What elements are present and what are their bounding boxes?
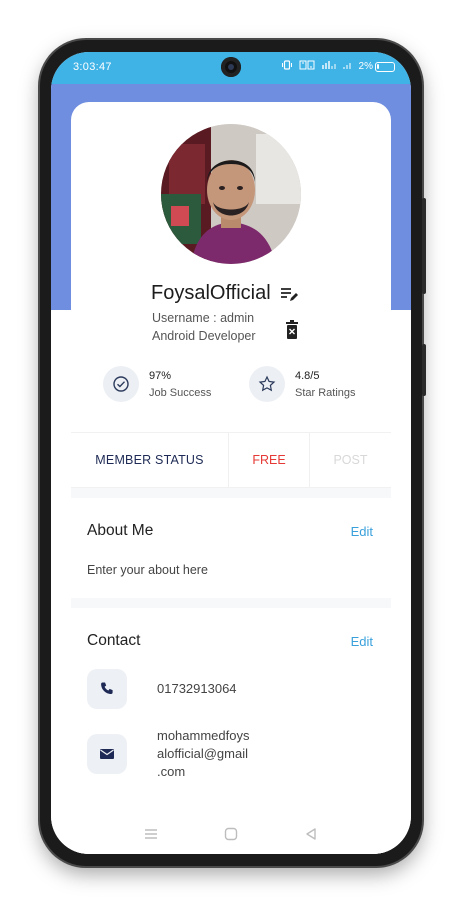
contact-email[interactable]: mohammedfoys alofficial@gmail .com (87, 727, 267, 781)
stat-value: 4.8/5 (295, 370, 320, 382)
about-edit-link[interactable]: Edit (351, 524, 373, 539)
check-circle-icon (103, 366, 139, 402)
power-button (422, 344, 426, 396)
edit-profile-icon[interactable] (279, 284, 299, 304)
member-status-value: FREE (228, 433, 310, 487)
delete-icon[interactable] (284, 320, 300, 340)
stat-job-success: 97% Job Success (103, 366, 211, 402)
navigation-bar (51, 814, 411, 854)
network-speed-icon (299, 60, 315, 73)
email-line: .com (157, 764, 186, 779)
back-icon[interactable] (301, 824, 321, 844)
profile-name: FoysalOfficial (151, 282, 271, 304)
email-line: alofficial@gmail (157, 746, 248, 761)
about-text: Enter your about here (87, 563, 208, 577)
contact-email-text: mohammedfoys alofficial@gmail .com (157, 727, 267, 781)
status-time: 3:03:47 (73, 61, 112, 73)
stat-star-ratings: 4.8/5 Star Ratings (249, 366, 356, 402)
signal-icon-2 (342, 60, 353, 73)
star-icon (249, 366, 285, 402)
contact-phone-text: 01732913064 (157, 681, 237, 696)
profile-name-row: FoysalOfficial (151, 282, 299, 305)
contact-title: Contact (87, 632, 141, 649)
stat-value: 97% (149, 370, 172, 382)
signal-icon (321, 60, 337, 73)
stat-label: Star Ratings (295, 387, 356, 399)
home-icon[interactable] (221, 824, 241, 844)
profile-role: Android Developer (152, 329, 256, 343)
post-button[interactable]: POST (310, 433, 391, 487)
member-status-label: MEMBER STATUS (95, 453, 204, 467)
phone-icon (87, 669, 127, 709)
member-status-row: MEMBER STATUS FREE POST (71, 432, 391, 488)
contact-phone[interactable]: 01732913064 (87, 669, 267, 709)
status-icons: 2% (281, 60, 395, 73)
battery-percent: 2% (358, 61, 373, 72)
profile-username: Username : admin (152, 311, 255, 325)
vibrate-icon (281, 60, 293, 73)
phone-frame: 3:03:47 2% FoysalOfficial Username: adm… (40, 40, 426, 866)
mail-icon (87, 734, 127, 774)
section-divider (71, 488, 391, 498)
email-line: mohammedfoys (157, 728, 250, 743)
contact-edit-link[interactable]: Edit (351, 634, 373, 649)
recents-icon[interactable] (141, 824, 161, 844)
volume-button (422, 198, 426, 294)
profile-avatar[interactable] (161, 124, 301, 264)
screen: 3:03:47 2% FoysalOfficial Username: adm… (51, 52, 411, 854)
front-camera (221, 57, 241, 77)
battery-fill (377, 63, 379, 69)
stat-label: Job Success (149, 387, 212, 399)
battery-indicator: 2% (359, 61, 395, 72)
section-divider (71, 598, 391, 608)
battery-icon (375, 61, 395, 72)
status-bar: 3:03:47 2% (51, 52, 411, 84)
about-title: About Me (87, 522, 154, 539)
